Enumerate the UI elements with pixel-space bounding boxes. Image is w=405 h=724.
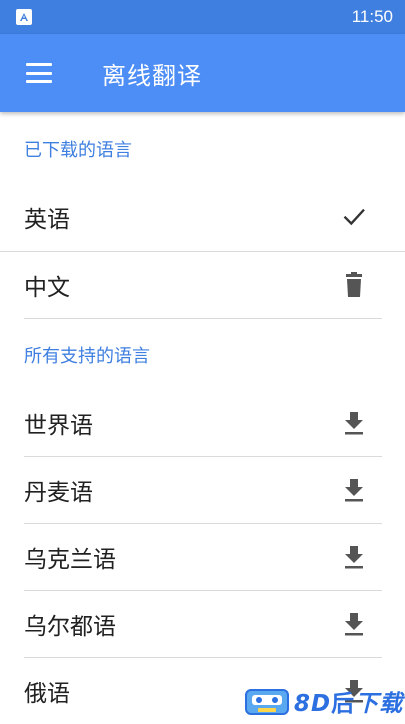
- status-bar: 11:50: [0, 0, 405, 34]
- cassette-logo-icon: [245, 689, 289, 715]
- language-row-ukrainian[interactable]: 乌克兰语: [0, 524, 405, 590]
- download-icon[interactable]: [339, 542, 369, 572]
- language-label: 中文: [24, 275, 70, 301]
- section-header-available: 所有支持的语言: [24, 346, 150, 367]
- language-label: 英语: [24, 207, 70, 233]
- download-icon[interactable]: [339, 475, 369, 505]
- language-label: 丹麦语: [24, 480, 93, 506]
- status-time: 11:50: [351, 7, 393, 26]
- language-row-chinese[interactable]: 中文: [0, 252, 405, 318]
- watermark-logo: 8D后下载: [244, 684, 403, 718]
- trash-icon[interactable]: [339, 270, 369, 300]
- language-row-danish[interactable]: 丹麦语: [0, 457, 405, 523]
- section-header-downloaded: 已下载的语言: [24, 140, 132, 161]
- watermark-text: 8D后下载: [294, 691, 404, 717]
- divider: [24, 318, 382, 319]
- app-bar: 离线翻译: [0, 34, 405, 112]
- hamburger-menu-icon[interactable]: [26, 63, 52, 83]
- language-row-esperanto[interactable]: 世界语: [0, 390, 405, 456]
- language-label: 俄语: [24, 681, 70, 707]
- android-app-icon: [16, 9, 32, 25]
- language-label: 乌克兰语: [24, 547, 116, 573]
- language-row-english[interactable]: 英语: [0, 184, 405, 250]
- language-row-urdu[interactable]: 乌尔都语: [0, 591, 405, 657]
- check-icon: [339, 202, 369, 232]
- page-title: 离线翻译: [102, 61, 202, 90]
- language-label: 世界语: [24, 413, 93, 439]
- download-icon[interactable]: [339, 609, 369, 639]
- language-label: 乌尔都语: [24, 614, 116, 640]
- download-icon[interactable]: [339, 408, 369, 438]
